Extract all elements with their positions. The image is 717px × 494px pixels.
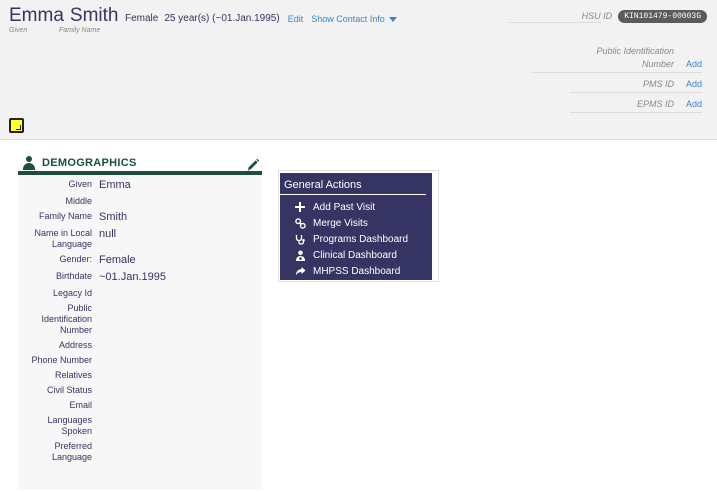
demographics-field-row: Civil Status — [18, 385, 262, 396]
demographics-field-label: Family Name — [38, 211, 92, 221]
demographics-field-label: Name in Local Language — [34, 228, 92, 249]
add-past-visit-button[interactable]: Add Past Visit — [294, 199, 432, 215]
programs-dashboard-button[interactable]: Programs Dashboard — [294, 231, 432, 247]
stethoscope-icon — [294, 233, 306, 245]
given-caption: Given — [9, 27, 28, 34]
user-md-icon — [294, 249, 306, 261]
demographics-field-label: Gender: — [59, 254, 92, 264]
demographics-field-label: Birthdate — [55, 271, 92, 281]
merge-visits-button[interactable]: Merge Visits — [294, 215, 432, 231]
show-contact-info-link[interactable]: Show Contact Info — [311, 14, 397, 24]
sticky-note-icon[interactable] — [9, 118, 24, 133]
epms-id-label: EPMS ID — [636, 99, 674, 109]
programs-dashboard-label: Programs Dashboard — [313, 233, 409, 245]
demographics-field-label: Middle — [65, 196, 92, 206]
demographics-field-row: Public Identification Number — [18, 303, 262, 336]
demographics-field-label: Phone Number — [31, 355, 92, 365]
public-id-row: Public Identification Number Add — [532, 44, 702, 73]
epms-id-row: EPMS ID Add — [570, 93, 702, 113]
patient-name-block: Emma Smith Given Family Name — [9, 5, 119, 35]
hsu-id-label: HSU ID — [581, 11, 613, 21]
demographics-field-value: Smith — [99, 211, 128, 223]
demographics-field-row: Legacy Id — [18, 288, 262, 299]
caret-down-icon — [388, 16, 397, 22]
demographics-fields: Given Emma Middle Family Name Smith Name in L… — [18, 175, 262, 490]
demographics-field-row: Phone Number — [18, 355, 262, 366]
edit-patient-link[interactable]: Edit — [288, 14, 304, 24]
link-icon — [294, 217, 306, 229]
demographics-field-label: Given — [68, 179, 92, 189]
demographics-field-value: null — [99, 228, 117, 240]
family-caption: Family Name — [59, 27, 101, 34]
mhpss-dashboard-label: MHPSS Dashboard — [313, 265, 401, 277]
patient-header: Emma Smith Given Family Name Female 25 y… — [0, 0, 717, 140]
demographics-field-row: Family Name Smith — [18, 211, 262, 224]
demographics-field-row: Relatives — [18, 370, 262, 381]
demographics-field-row: Address — [18, 340, 262, 351]
hsu-id-badge: KIN101479-00003G — [618, 9, 707, 23]
identifiers-block: HSU ID KIN101479-00003G — [497, 8, 707, 24]
general-actions-panel: General Actions Add Past Visit Merge Vis… — [278, 170, 439, 282]
person-icon — [22, 156, 36, 170]
demographics-field-label: Address — [58, 340, 92, 350]
patient-gender: Female — [125, 13, 159, 24]
pms-id-row: PMS ID Add — [570, 73, 702, 93]
demographics-field-value: Female — [99, 254, 136, 266]
merge-visits-label: Merge Visits — [313, 217, 368, 229]
add-past-visit-label: Add Past Visit — [313, 201, 376, 213]
demographics-field-label: Languages Spoken — [47, 415, 92, 436]
general-actions-box: General Actions Add Past Visit Merge Vis… — [280, 173, 432, 280]
demographics-field-row: Preferred Language — [18, 441, 262, 463]
demographics-field-value: Emma — [99, 179, 131, 191]
demographics-field-row: Name in Local Language null — [18, 228, 262, 250]
show-contact-info-label: Show Contact Info — [311, 13, 385, 24]
demographics-field-row: Email — [18, 400, 262, 411]
demographics-header: DEMOGRAPHICS — [18, 155, 262, 175]
pencil-icon[interactable] — [246, 158, 260, 172]
demographics-field-label: Legacy Id — [52, 288, 92, 298]
demographics-panel: DEMOGRAPHICS Given Emma Middle Family Name S… — [18, 155, 262, 494]
add-epms-id-link[interactable]: Add — [674, 98, 702, 111]
demographics-field-label: Email — [69, 400, 92, 410]
mhpss-dashboard-button[interactable]: MHPSS Dashboard — [294, 263, 432, 279]
demographics-field-row: Languages Spoken — [18, 415, 262, 437]
add-pms-id-link[interactable]: Add — [674, 78, 702, 91]
demographics-field-row: Given Emma — [18, 179, 262, 192]
patient-summary-line: Female 25 year(s) (~01.Jan.1995) Edit Sh… — [125, 13, 397, 24]
demographics-field-label: Public Identification Number — [41, 303, 92, 335]
demographics-field-value: ~01.Jan.1995 — [99, 271, 166, 283]
share-arrow-icon — [294, 265, 306, 277]
add-public-id-link[interactable]: Add — [674, 58, 702, 71]
general-actions-title: General Actions — [280, 173, 426, 195]
other-identifiers: Public Identification Number Add PMS ID A… — [532, 44, 702, 113]
clinical-dashboard-button[interactable]: Clinical Dashboard — [294, 247, 432, 263]
clinical-dashboard-label: Clinical Dashboard — [313, 249, 397, 261]
patient-family-name: Smith — [69, 5, 119, 26]
pms-id-label: PMS ID — [642, 79, 674, 89]
demographics-field-label: Relatives — [54, 370, 92, 380]
plus-icon — [294, 201, 306, 213]
demographics-title: DEMOGRAPHICS — [42, 157, 137, 169]
demographics-field-label: Civil Status — [46, 385, 92, 395]
demographics-field-row: Gender: Female — [18, 254, 262, 267]
patient-given-name: Emma — [9, 5, 64, 26]
demographics-field-row: Birthdate ~01.Jan.1995 — [18, 271, 262, 284]
patient-age: 25 year(s) (~01.Jan.1995) — [164, 13, 280, 24]
demographics-field-row: Middle — [18, 196, 262, 207]
public-id-label: Public Identification Number — [596, 46, 674, 69]
demographics-field-label: Preferred Language — [51, 441, 92, 462]
